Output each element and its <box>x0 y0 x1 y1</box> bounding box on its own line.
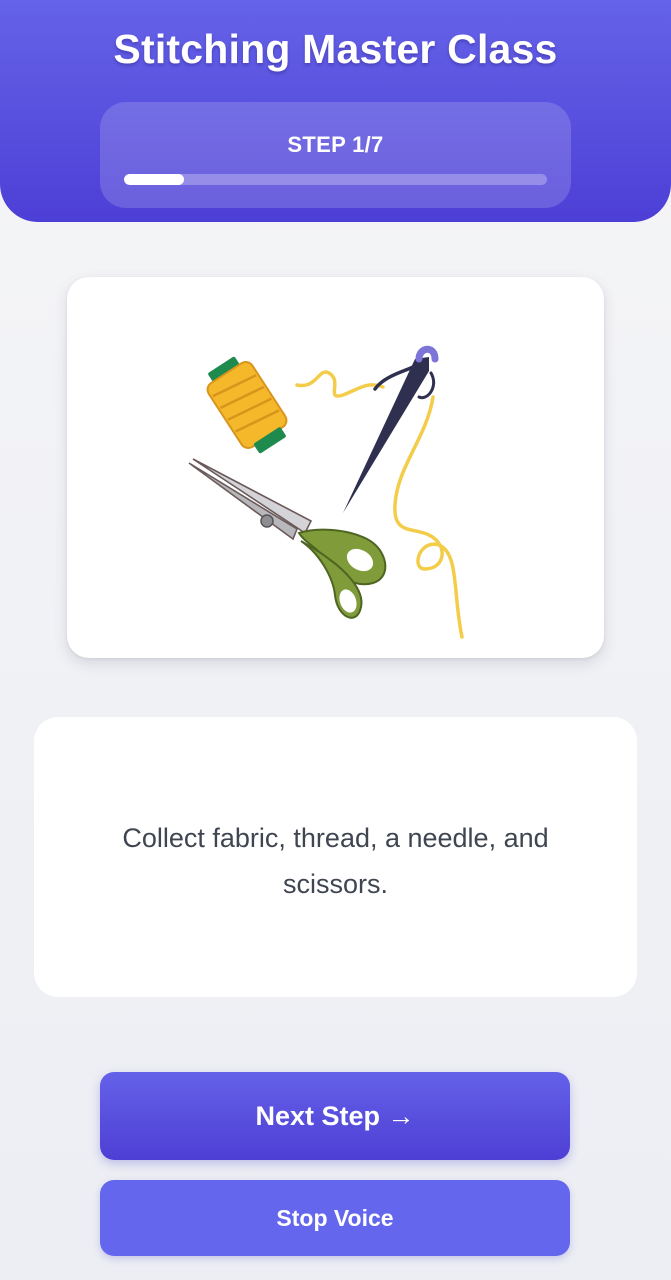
stop-voice-button[interactable]: Stop Voice <box>100 1180 570 1256</box>
progress-card: STEP 1/7 <box>100 102 571 208</box>
thread-icon <box>295 370 385 398</box>
progress-bar-fill <box>124 174 185 185</box>
sewing-supplies-illustration <box>188 345 464 639</box>
step-counter: STEP 1/7 <box>287 132 384 157</box>
page-title: Stitching Master Class <box>113 26 558 72</box>
instruction-card: Collect fabric, thread, a needle, and sc… <box>34 717 637 997</box>
progress-bar <box>124 174 547 185</box>
thread-spool-icon <box>206 356 288 454</box>
step-instruction: Collect fabric, thread, a needle, and sc… <box>122 823 549 899</box>
scissors-icon <box>188 458 387 619</box>
step-image-card <box>67 277 604 658</box>
header: Stitching Master Class STEP 1/7 <box>0 0 671 222</box>
next-step-button[interactable]: Next Step → <box>100 1072 570 1160</box>
